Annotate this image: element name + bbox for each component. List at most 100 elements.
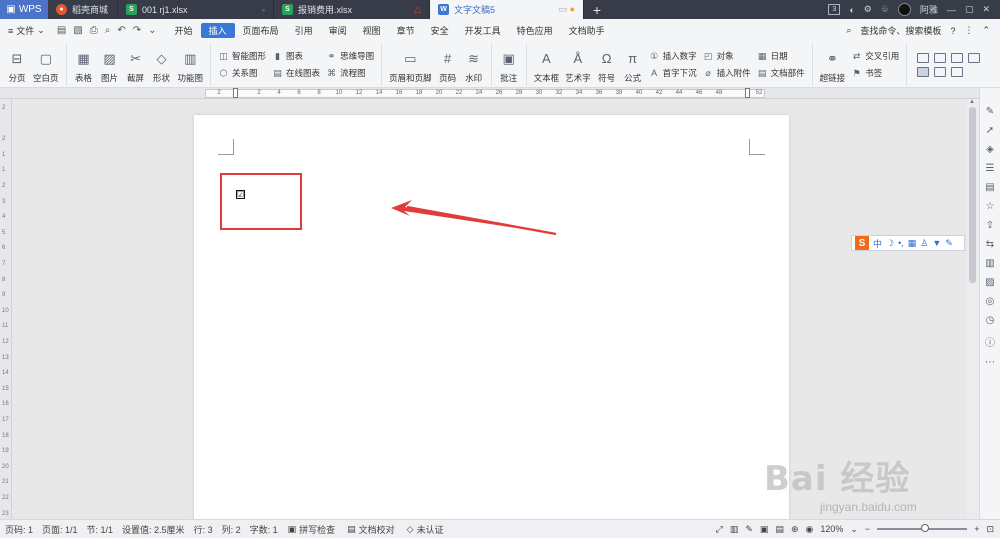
chart-button[interactable]: ▮ 图表 <box>272 50 320 63</box>
tab-close-icon[interactable]: ▭ ● <box>559 4 575 15</box>
layout-option-icon[interactable] <box>917 66 930 77</box>
cross-reference-button[interactable]: ⇄ 交叉引用 <box>851 50 899 63</box>
status-word-count[interactable]: 字数: 1 <box>245 523 282 536</box>
ime-mode[interactable]: 中 <box>873 237 882 250</box>
avatar[interactable] <box>897 3 911 16</box>
adjust-icon[interactable]: ☰ <box>986 163 995 174</box>
certify-button[interactable]: ◇ 未认证 <box>401 523 450 536</box>
function-chart-button[interactable]: ▥ 功能图 <box>175 44 207 86</box>
ime-toolbar[interactable]: S 中 ☽ •, ▦ ♙ ▼ ✎ <box>851 235 965 251</box>
file-menu[interactable]: ≡ 文件 ⌄ <box>0 19 53 42</box>
new-tab-button[interactable]: + <box>584 0 610 19</box>
symbol-button[interactable]: Ω 符号 <box>594 44 620 86</box>
tab-section[interactable]: 章节 <box>389 23 423 38</box>
zoom-level[interactable]: 120% <box>820 524 843 534</box>
table-button[interactable]: ▦ 表格 <box>71 44 97 86</box>
help-icon[interactable]: ? <box>950 26 955 36</box>
tab-view[interactable]: 视图 <box>355 23 389 38</box>
layout-option-icon[interactable] <box>951 66 964 77</box>
select-icon[interactable]: ➚ <box>986 125 994 136</box>
tab-security[interactable]: 安全 <box>423 23 457 38</box>
command-search[interactable]: 查找命令、搜索模板 <box>860 24 941 37</box>
tab-expense-xlsx[interactable]: S 报销费用.xlsx △ <box>274 0 430 19</box>
wrench-icon[interactable]: ✎ <box>945 238 953 249</box>
keyboard-icon[interactable]: ▦ <box>908 238 917 249</box>
tab-home[interactable]: 开始 <box>167 23 201 38</box>
collapse-ribbon-icon[interactable]: ⌃ <box>982 25 990 36</box>
attachment-button[interactable]: ⌀ 插入附件 <box>703 67 750 80</box>
page-view-icon[interactable]: ▣ <box>760 524 769 535</box>
text-box-button[interactable]: A 文本框 <box>531 44 563 86</box>
word-art-button[interactable]: Å 艺术字 <box>562 44 594 86</box>
horizontal-ruler[interactable]: 2 2 4 6 8 10 12 14 16 18 20 22 24 26 28 30 32 34 36 38 40 42 4… <box>0 88 1000 99</box>
star-icon[interactable]: ☆ <box>986 201 995 212</box>
customize-icon[interactable]: ⌄ <box>148 25 156 36</box>
zoom-dropdown-icon[interactable]: ⌄ <box>850 524 858 535</box>
edit-mode-icon[interactable]: ✎ <box>745 524 753 535</box>
translate-icon[interactable]: ⇆ <box>986 239 994 250</box>
relation-chart-button[interactable]: ⬡ 关系图 <box>218 67 266 80</box>
settings-icon[interactable]: ⚙ <box>864 4 872 15</box>
layout-option-icon[interactable] <box>934 66 947 77</box>
punctuation-icon[interactable]: •, <box>898 238 904 248</box>
image-icon[interactable]: ▨ <box>985 277 994 288</box>
library-icon[interactable]: ▥ <box>985 258 994 269</box>
bookmark-button[interactable]: ⚑ 书签 <box>851 67 899 80</box>
screenshot-button[interactable]: ✂ 截屏 <box>123 44 149 86</box>
print-preview-icon[interactable]: ⌕ <box>105 25 111 36</box>
shirt-icon[interactable]: ♧ <box>881 4 889 15</box>
page-number-button[interactable]: # 页码 <box>435 44 461 86</box>
outline-view-icon[interactable]: ▤ <box>775 524 784 535</box>
status-setting-value[interactable]: 设置值: 2.5厘米 <box>117 523 189 536</box>
online-chart-button[interactable]: ▤ 在线图表 <box>272 67 320 80</box>
date-button[interactable]: ▦ 日期 <box>757 50 805 63</box>
doc-parts-button[interactable]: ▤ 文档部件 <box>757 67 805 80</box>
undo-icon[interactable]: ↶ <box>117 25 125 36</box>
doc-search-icon[interactable]: ▤ <box>985 182 994 193</box>
layout-option-icon[interactable] <box>951 52 964 63</box>
export-pdf-icon[interactable]: ▧ <box>73 25 82 36</box>
status-page-count[interactable]: 页面: 1/1 <box>37 523 82 536</box>
layout-option-icon[interactable] <box>968 52 981 63</box>
minimize-icon[interactable]: — <box>947 5 956 15</box>
user-name[interactable]: 阿雅 <box>920 3 938 16</box>
tab-page-layout[interactable]: 页面布局 <box>235 23 287 38</box>
zoom-in-icon[interactable]: + <box>974 524 979 534</box>
picture-button[interactable]: ▨ 图片 <box>97 44 123 86</box>
tab-references[interactable]: 引用 <box>287 23 321 38</box>
status-line[interactable]: 行: 3 <box>189 523 217 536</box>
skin-shirt-icon[interactable]: ▼ <box>932 238 941 248</box>
zoom-slider[interactable] <box>877 524 968 532</box>
eye-protection-icon[interactable]: ◉ <box>805 524 813 535</box>
maximize-icon[interactable]: ▢ <box>965 4 974 15</box>
fullscreen-icon[interactable]: ⤢ <box>716 524 723 535</box>
page-break-button[interactable]: ⊟ 分页 <box>4 44 30 86</box>
flowchart-button[interactable]: ⌘ 流程图 <box>326 67 374 80</box>
comment-button[interactable]: ▣ 批注 <box>496 44 522 86</box>
shapes-icon[interactable]: ◈ <box>986 144 994 155</box>
web-view-icon[interactable]: ⊕ <box>791 524 799 535</box>
layout-option-icon[interactable] <box>934 52 947 63</box>
mind-map-button[interactable]: ⚭ 思维导图 <box>326 50 374 63</box>
skin-icon[interactable]: ◐ <box>849 5 854 15</box>
help-circle-icon[interactable]: ⓘ <box>985 334 995 349</box>
status-page-number[interactable]: 页码: 1 <box>0 523 37 536</box>
formula-button[interactable]: π 公式 <box>620 44 646 86</box>
fit-page-icon[interactable]: ⊡ <box>986 524 994 535</box>
tab-doc-assistant[interactable]: 文档助手 <box>561 23 613 38</box>
drop-cap-button[interactable]: A 首字下沉 <box>649 67 697 80</box>
tab-rj1-xlsx[interactable]: S 001 rj1.xlsx ◦ <box>118 0 274 19</box>
vertical-ruler[interactable]: 2 2 1 1 2 3 4 5 6 7 8 9 10 11 12 13 14 15 16 17 18 19 20 21 22 23 <box>0 99 12 519</box>
tab-review[interactable]: 审阅 <box>321 23 355 38</box>
shape-button[interactable]: ◇ 形状 <box>149 44 175 86</box>
tab-document-5[interactable]: W 文字文稿5 ▭ ● <box>430 0 584 19</box>
proofread-button[interactable]: ▤ 文档校对 <box>341 523 401 536</box>
watermark-button[interactable]: ≋ 水印 <box>461 44 487 86</box>
header-footer-button[interactable]: ▭ 页眉和页脚 <box>386 44 435 86</box>
wps-app-button[interactable]: ▣ WPS <box>0 0 48 19</box>
tab-insert[interactable]: 插入 <box>200 23 235 38</box>
left-indent-marker[interactable] <box>233 88 238 98</box>
save-icon[interactable]: ▤ <box>57 25 66 36</box>
scroll-thumb[interactable] <box>969 107 976 283</box>
spellcheck-button[interactable]: ▣ 拼写检查 <box>282 523 342 536</box>
